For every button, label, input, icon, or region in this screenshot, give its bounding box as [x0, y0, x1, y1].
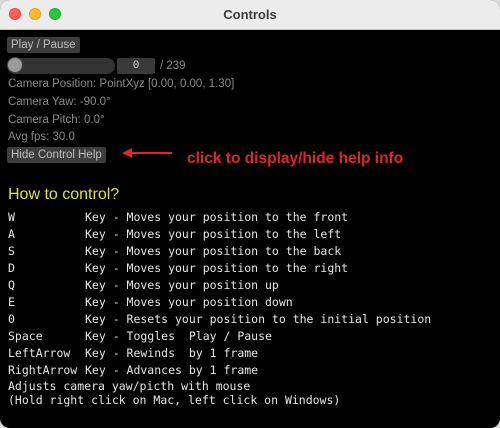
help-text-list: W Key - Moves your position to the front A…	[8, 209, 431, 407]
help-key-label: Space	[8, 329, 43, 343]
help-row: D Key - Moves your position to the right	[8, 260, 431, 277]
help-row: S Key - Moves your position to the back	[8, 243, 431, 260]
camera-pitch-text: Camera Pitch: 0.0°	[8, 114, 105, 126]
help-mouse-text: Adjusts camera yaw/picth with mouse	[8, 379, 251, 393]
help-key-label: D	[8, 261, 15, 275]
frame-number-input[interactable]: 0	[117, 58, 155, 74]
camera-yaw-text: Camera Yaw: -90.0°	[8, 96, 111, 108]
help-row: RightArrow Key - Advances by 1 frame	[8, 362, 431, 379]
help-row: Q Key - Moves your position up	[8, 277, 431, 294]
help-key-label: E	[8, 295, 15, 309]
help-row: E Key - Moves your position down	[8, 294, 431, 311]
frame-slider[interactable]	[7, 58, 115, 74]
help-key-description: Key - Moves your position to the back	[85, 244, 342, 258]
help-key-label: W	[8, 210, 15, 224]
play-pause-button[interactable]: Play / Pause	[7, 37, 80, 53]
help-title: How to control?	[8, 186, 120, 203]
help-key-description: Key - Advances by 1 frame	[85, 363, 259, 377]
help-key-description: Key - Toggles Play / Pause	[85, 329, 272, 343]
help-key-label: Q	[8, 278, 15, 292]
help-key-label: RightArrow	[8, 363, 78, 377]
help-key-label: 0	[8, 312, 15, 326]
annotation-text: click to display/hide help info	[187, 150, 404, 167]
help-key-description: Key - Moves your position up	[85, 278, 279, 292]
help-key-label: S	[8, 244, 15, 258]
title-bar: Controls	[0, 0, 500, 30]
annotation-arrow-icon	[122, 148, 172, 158]
help-key-description: Key - Moves your position to the front	[85, 210, 349, 224]
avg-fps-text: Avg fps: 30.0	[8, 131, 75, 143]
help-mouse-text: (Hold right click on Mac, left click on …	[8, 393, 341, 407]
help-row: 0 Key - Resets your position to the initi…	[8, 311, 431, 328]
frame-total-label: / 239	[160, 60, 186, 72]
window-title: Controls	[223, 7, 277, 22]
help-key-description: Key - Moves your position to the right	[85, 261, 349, 275]
hide-control-help-button[interactable]: Hide Control Help	[7, 147, 106, 163]
help-key-description: Key - Resets your position to the initia…	[85, 312, 432, 326]
help-row: Space Key - Toggles Play / Pause	[8, 328, 431, 345]
help-key-label: LeftArrow	[8, 346, 71, 360]
help-key-label: A	[8, 227, 15, 241]
help-row: LeftArrow Key - Rewinds by 1 frame	[8, 345, 431, 362]
frame-slider-handle[interactable]	[7, 57, 23, 73]
help-row: A Key - Moves your position to the left	[8, 226, 431, 243]
help-key-description: Key - Rewinds by 1 frame	[85, 346, 259, 360]
help-row: W Key - Moves your position to the front	[8, 209, 431, 226]
controls-window: Controls Play / Pause 0 / 239 Camera Pos…	[0, 0, 500, 428]
camera-position-text: Camera Position: PointXyz [0.00, 0.00, 1…	[8, 78, 235, 90]
help-key-description: Key - Moves your position down	[85, 295, 293, 309]
help-key-description: Key - Moves your position to the left	[85, 227, 342, 241]
controls-panel: Play / Pause 0 / 239 Camera Position: Po…	[0, 30, 500, 428]
